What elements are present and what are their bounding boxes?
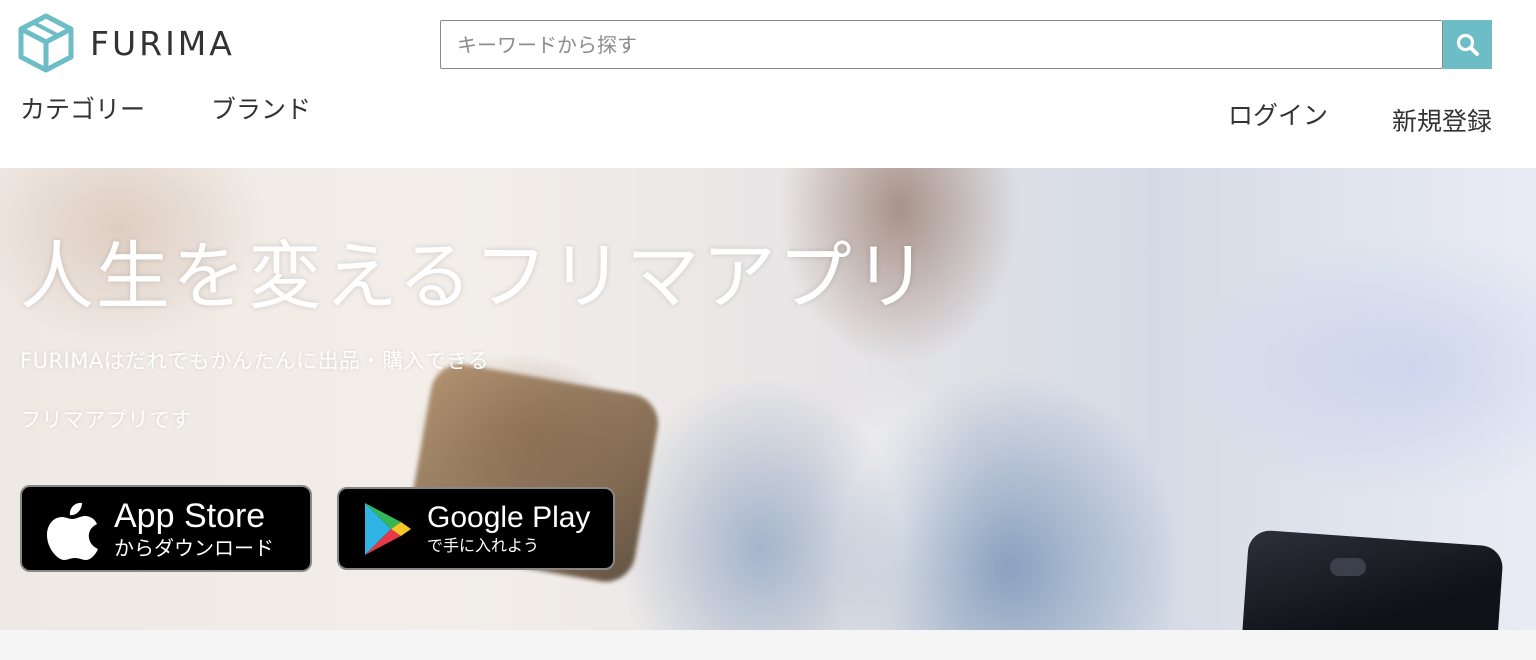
hero-subtitle-line1: FURIMAはだれでもかんたんに出品・購入できる [20,349,490,373]
apple-icon [47,502,98,560]
nav-brand-link[interactable]: ブランド [211,92,311,128]
nav-category-link[interactable]: カテゴリー [20,92,145,128]
google-play-badge-sub: で手に入れよう [427,535,540,555]
google-play-icon [365,502,411,555]
google-play-badge-text: Google Play で手に入れよう [427,501,590,557]
google-play-badge[interactable]: Google Play で手に入れよう [337,487,615,570]
hero-photo-phone-camera [1330,558,1366,576]
hero-title: 人生を変えるフリマアプリ [20,234,930,320]
google-play-badge-main: Google Play [427,500,591,534]
search-form [440,20,1492,69]
logo-box-icon [18,13,74,73]
app-store-badge-main: App Store [114,496,266,535]
logo-text: FURIMA [90,23,235,63]
page-bottom-strip [0,630,1536,660]
app-store-badge[interactable]: App Store からダウンロード [20,485,312,572]
login-link[interactable]: ログイン [1228,98,1328,140]
search-icon [1456,33,1479,56]
hero-photo-phone-right [1241,529,1504,630]
app-store-badge-sub: からダウンロード [114,535,274,560]
app-store-badge-text: App Store からダウンロード [114,497,274,561]
signup-link[interactable]: 新規登録 [1392,104,1492,140]
logo-link[interactable]: FURIMA [18,12,235,74]
hero-subtitle-line2: フリマアプリです [20,408,192,432]
category-nav: カテゴリー ブランド [20,92,377,128]
search-input[interactable] [440,20,1443,69]
account-nav: ログイン 新規登録 [1228,98,1492,140]
search-button[interactable] [1443,20,1492,69]
site-header: FURIMA カテゴリー ブランド ログイン 新規登録 [0,0,1536,168]
